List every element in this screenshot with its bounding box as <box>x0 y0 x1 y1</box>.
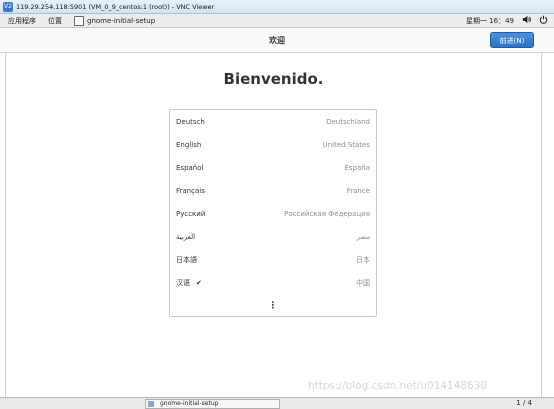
language-name: Español <box>176 163 204 172</box>
watermark: https://blog.csdn.net/u014148630 <box>308 380 488 392</box>
topbar-menu: 应用程序 位置 gnome-initial-setup <box>8 15 156 26</box>
page-title: 欢迎 <box>269 36 285 45</box>
language-name: Deutsch <box>176 117 205 126</box>
language-row-francais[interactable]: Français France <box>170 179 376 202</box>
checkmark-icon: ✔ <box>196 278 202 287</box>
language-row-espanol[interactable]: Español España <box>170 156 376 179</box>
language-region: 日本 <box>356 255 370 264</box>
more-languages-button[interactable]: ⋮ <box>170 299 376 313</box>
welcome-heading: Bienvenido. <box>223 70 324 88</box>
language-region: 中国 <box>356 278 370 287</box>
vnc-app-icon: V2 <box>3 1 13 12</box>
language-region: France <box>346 186 370 195</box>
language-row-chinese[interactable]: 汉语 ✔ 中国 <box>170 271 376 294</box>
places-menu[interactable]: 位置 <box>48 16 62 26</box>
language-list: Deutsch Deutschland English United State… <box>169 109 377 317</box>
main-content: Bienvenido. Deutsch Deutschland English … <box>5 53 542 397</box>
language-name: Русский <box>176 209 206 218</box>
app-menu-label: gnome-initial-setup <box>87 16 156 25</box>
volume-icon[interactable] <box>522 15 531 26</box>
taskbar-window-button[interactable]: gnome-initial-setup <box>145 399 280 409</box>
vnc-titlebar: V2 119.29.254.118:5901 (VM_0_9_centos:1 … <box>0 0 554 14</box>
clock[interactable]: 星期一 16：49 <box>466 16 514 26</box>
language-region: United States <box>322 140 370 149</box>
taskbar-window-label: gnome-initial-setup <box>160 400 219 407</box>
language-region: Deutschland <box>326 117 370 126</box>
next-button[interactable]: 前进(N) <box>490 32 534 48</box>
app-window-icon <box>74 15 84 26</box>
language-row-deutsch[interactable]: Deutsch Deutschland <box>170 110 376 133</box>
window-icon <box>148 400 154 407</box>
app-menu[interactable]: gnome-initial-setup <box>74 15 156 26</box>
language-region: مصر <box>356 232 370 241</box>
language-name: English <box>176 140 202 149</box>
applications-menu[interactable]: 应用程序 <box>8 16 36 26</box>
language-name: Français <box>176 186 205 195</box>
language-region: España <box>344 163 370 172</box>
gnome-topbar: 应用程序 位置 gnome-initial-setup 星期一 16：49 <box>0 14 554 28</box>
app-header: 欢迎 前进(N) <box>0 28 554 53</box>
workspace-pager[interactable]: 1 / 4 <box>516 399 532 407</box>
language-name: العربية <box>176 232 196 241</box>
power-icon[interactable] <box>539 15 548 26</box>
language-row-arabic[interactable]: العربية مصر <box>170 225 376 248</box>
language-name: 汉语 ✔ <box>176 278 202 288</box>
language-row-japanese[interactable]: 日本語 日本 <box>170 248 376 271</box>
taskbar: gnome-initial-setup 1 / 4 <box>0 397 554 409</box>
language-name-text: 汉语 <box>176 278 190 287</box>
language-name: 日本語 <box>176 255 197 264</box>
language-row-russian[interactable]: Русский Российская Федерация <box>170 202 376 225</box>
language-region: Российская Федерация <box>284 209 370 218</box>
language-row-english[interactable]: English United States <box>170 133 376 156</box>
vnc-window-title: 119.29.254.118:5901 (VM_0_9_centos:1 (ro… <box>16 2 215 11</box>
system-tray: 星期一 16：49 <box>466 14 548 27</box>
